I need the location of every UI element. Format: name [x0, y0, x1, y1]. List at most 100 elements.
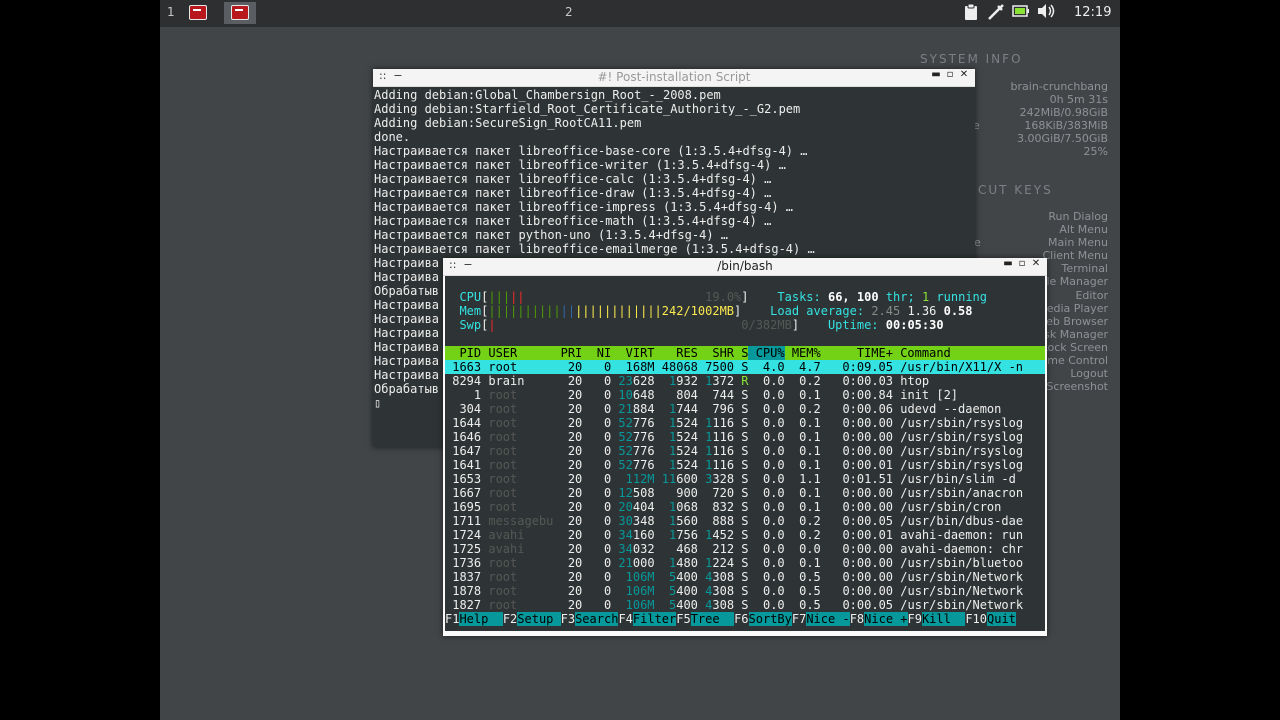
battery-icon[interactable] [1011, 3, 1031, 23]
process-row[interactable]: 1663 root 20 0 168M 48068 7500 S 4.0 4.7… [445, 360, 1045, 374]
terminal-line: Adding debian:SecureSign_RootCA11.pem [374, 116, 642, 130]
process-cell-shr: 832 [697, 500, 735, 514]
fkey-f2: F2 [502, 612, 518, 626]
process-cell-cpu: 0.0 [748, 542, 785, 556]
taskbar-terminal-button-1[interactable] [182, 2, 214, 24]
process-cell-pri: 20 [553, 584, 583, 598]
process-row[interactable]: 1 root 20 0 10648 804 744 S 0.0 0.1 0:00… [445, 388, 1045, 402]
process-cell-mem: 0.5 [784, 570, 821, 584]
fkey-button-help[interactable]: Help [459, 612, 503, 626]
htop-titlebar[interactable]: :: − /bin/bash ▬ ▫ ✕ [443, 258, 1047, 276]
column-header-command[interactable]: Command [893, 346, 951, 360]
process-cell-user: root [481, 430, 554, 444]
terminal-line: Настраивается пакет python-uno (1:3.5.4+… [374, 228, 729, 242]
process-row[interactable]: 1647 root 20 0 52776 1524 1116 S 0.0 0.1… [445, 444, 1045, 458]
close-icon[interactable]: ✕ [1029, 258, 1043, 269]
column-header-pri[interactable]: PRI [553, 346, 583, 360]
process-cell-s: S [734, 584, 749, 598]
process-row[interactable]: 1695 root 20 0 20404 1068 832 S 0.0 0.1 … [445, 500, 1045, 514]
fkey-button-kill[interactable]: Kill [921, 612, 966, 626]
column-header-virt[interactable]: VIRT [611, 346, 655, 360]
fkey-button-setup[interactable]: Setup [517, 612, 561, 626]
process-cell-s: S [734, 472, 749, 486]
fkey-button-sortby[interactable]: SortBy [748, 612, 792, 626]
htop-window[interactable]: :: − /bin/bash ▬ ▫ ✕ CPU[||||| 19.0%] Task… [443, 258, 1047, 636]
fkey-button-tree[interactable]: Tree [690, 612, 735, 626]
clock[interactable]: 12:19 [1074, 5, 1111, 20]
maximize-icon[interactable]: ▫ [943, 69, 957, 80]
process-row[interactable]: 8294 brain 20 0 23628 1932 1372 R 0.0 0.… [445, 374, 1045, 388]
process-row[interactable]: 304 root 20 0 21884 1744 796 S 0.0 0.2 0… [445, 402, 1045, 416]
process-row[interactable]: 1653 root 20 0 112M 11600 3328 S 0.0 1.1… [445, 472, 1045, 486]
network-icon[interactable] [986, 3, 1006, 23]
process-cell-time: 0:00.03 [820, 374, 894, 388]
process-cell-virt: 52776 [611, 444, 655, 458]
process-cell-pri: 20 [553, 430, 583, 444]
process-cell-command: /usr/bin/dbus-dae [893, 514, 1024, 528]
process-table[interactable]: 1663 root 20 0 168M 48068 7500 S 4.0 4.7… [445, 360, 1045, 612]
column-header-time[interactable]: TIME+ [821, 346, 893, 360]
process-row[interactable]: 1736 root 20 0 21000 1480 1224 S 0.0 0.1… [445, 556, 1045, 570]
fkey-f9: F9 [907, 612, 922, 626]
column-header-s[interactable]: S [734, 346, 748, 360]
process-row[interactable]: 1725 avahi 20 0 34032 468 212 S 0.0 0.0 … [445, 542, 1045, 556]
process-cell-shr: 1116 [697, 458, 735, 472]
minimize-icon[interactable]: ▬ [929, 69, 943, 80]
process-cell-ni: 0 [582, 374, 612, 388]
fkey-button-filter[interactable]: Filter [632, 612, 677, 626]
process-row[interactable]: 1646 root 20 0 52776 1524 1116 S 0.0 0.1… [445, 430, 1045, 444]
process-row[interactable]: 1878 root 20 0 106M 5400 4308 S 0.0 0.5 … [445, 584, 1045, 598]
minimize-icon[interactable]: ▬ [1001, 258, 1015, 269]
column-header-shr[interactable]: SHR [698, 346, 734, 360]
process-cell-res: 11600 [654, 472, 698, 486]
column-header-cpu[interactable]: CPU% [748, 346, 785, 360]
fkey-button-quit[interactable]: Quit [987, 612, 1016, 626]
volume-icon[interactable] [1036, 3, 1056, 23]
fkey-button-nice[interactable]: Nice - [806, 612, 850, 626]
process-cell-res: 1524 [654, 458, 698, 472]
process-cell-command: init [2] [893, 388, 959, 402]
process-cell-user: root [481, 584, 554, 598]
process-cell-mem: 0.1 [784, 500, 821, 514]
process-table-header[interactable]: PID USER PRI NI VIRT RES SHR S CPU% MEM%… [445, 346, 1045, 360]
process-row[interactable]: 1711 messagebu 20 0 30348 1560 888 S 0.0… [445, 514, 1045, 528]
workspace-2-label[interactable]: 2 [565, 5, 573, 19]
post-install-title: #! Post-installation Script [597, 70, 751, 84]
process-cell-user: root [481, 570, 554, 584]
process-cell-shr: 3328 [697, 472, 735, 486]
process-row[interactable]: 1641 root 20 0 52776 1524 1116 S 0.0 0.1… [445, 458, 1045, 472]
fkey-button-nice[interactable]: Nice + [864, 612, 908, 626]
taskbar-terminal-button-2[interactable] [224, 2, 256, 24]
column-header-mem[interactable]: MEM% [785, 346, 821, 360]
process-cell-shr: 1372 [697, 374, 735, 388]
fkey-f6: F6 [734, 612, 749, 626]
htop-terminal[interactable]: CPU[||||| 19.0%] Tasks: 66, 100 thr; 1 r… [445, 276, 1045, 631]
process-row[interactable]: 1644 root 20 0 52776 1524 1116 S 0.0 0.1… [445, 416, 1045, 430]
process-cell-pid: 1647 [445, 444, 482, 458]
mem-meter-value: 242/1002MB [661, 304, 735, 318]
conky-shortcut-value: Alt Menu [1059, 223, 1108, 237]
column-header-user[interactable]: USER [481, 346, 553, 360]
uptime-value: 00:05:30 [885, 318, 944, 332]
column-header-pid[interactable]: PID [445, 346, 481, 360]
process-row[interactable]: 1667 root 20 0 12508 900 720 S 0.0 0.1 0… [445, 486, 1045, 500]
clipboard-icon[interactable] [961, 3, 981, 23]
workspace-1-label[interactable]: 1 [167, 5, 175, 19]
conky-shortcut-value: Lock Screen [1041, 340, 1108, 354]
process-row[interactable]: 1724 avahi 20 0 34160 1756 1452 S 0.0 0.… [445, 528, 1045, 542]
process-cell-mem: 0.2 [784, 402, 821, 416]
process-cell-s: S [734, 486, 749, 500]
column-header-ni[interactable]: NI [582, 346, 611, 360]
maximize-icon[interactable]: ▫ [1015, 258, 1029, 269]
process-cell-time: 0:00.00 [820, 486, 893, 500]
process-row[interactable]: 1837 root 20 0 106M 5400 4308 S 0.0 0.5 … [445, 570, 1045, 584]
post-install-titlebar[interactable]: :: − #! Post-installation Script ▬ ▫ ✕ [373, 69, 975, 87]
process-cell-command: /usr/sbin/rsyslog [893, 430, 1024, 444]
process-row[interactable]: 1827 root 20 0 106M 5400 4308 S 0.0 0.5 … [445, 598, 1045, 612]
process-cell-user: root [481, 598, 554, 612]
column-header-res[interactable]: RES [655, 346, 698, 360]
process-cell-cpu: 0.0 [748, 402, 785, 416]
fkey-button-search[interactable]: Search [575, 612, 619, 626]
close-icon[interactable]: ✕ [957, 69, 971, 80]
process-cell-s: S [734, 444, 749, 458]
